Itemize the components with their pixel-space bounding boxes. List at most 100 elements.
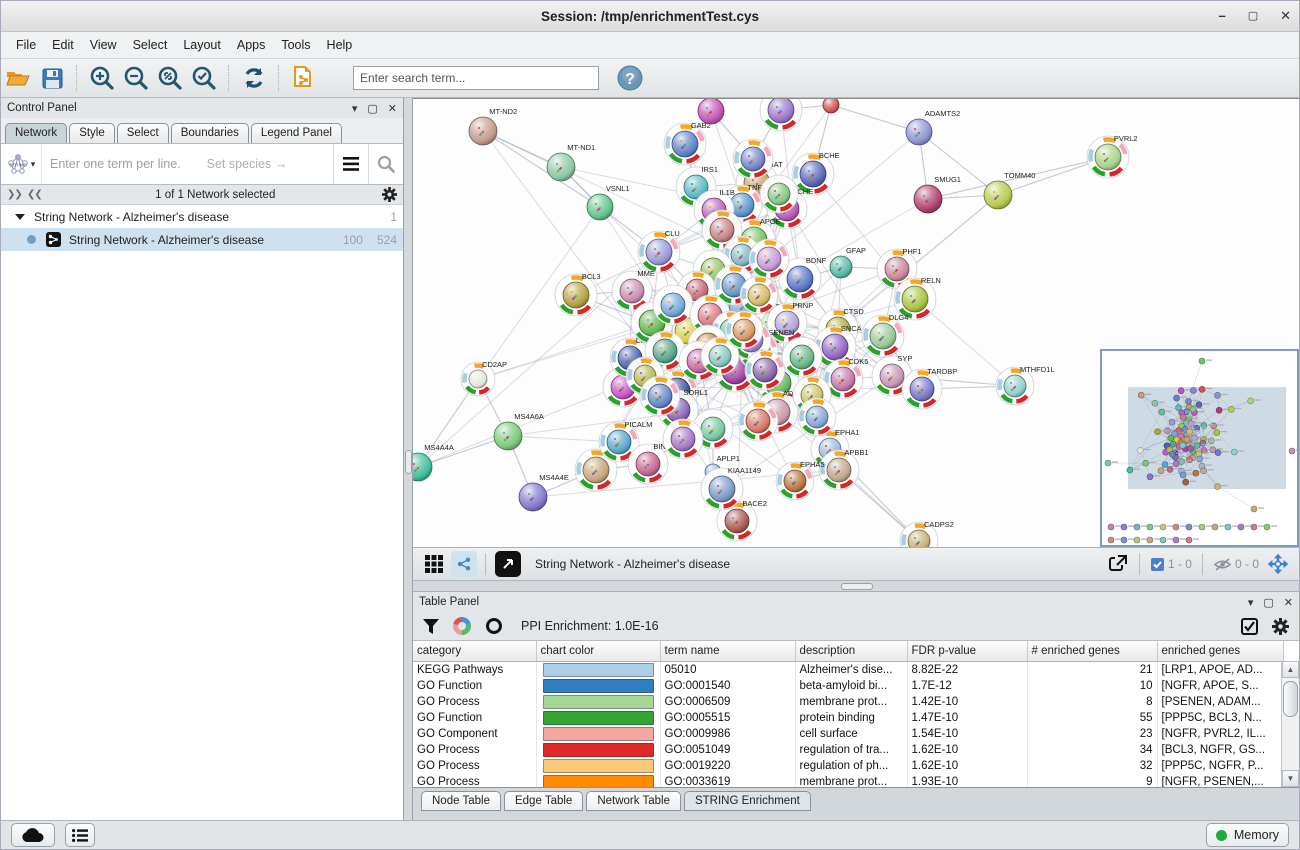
zoom-out-button[interactable] [121, 63, 151, 93]
close-panel-icon[interactable]: ✕ [388, 102, 397, 115]
float-panel-icon[interactable]: ▢ [367, 102, 377, 115]
search-input[interactable] [353, 66, 599, 90]
network-node[interactable] [745, 350, 785, 390]
filter-icon[interactable] [423, 619, 439, 634]
menu-item-view[interactable]: View [83, 35, 124, 55]
network-node-MT-ND2[interactable]: MT-ND2 [469, 107, 517, 145]
ring-chart-icon[interactable] [485, 617, 503, 635]
collapse-triangle-icon[interactable] [15, 214, 25, 220]
string-source-dropdown[interactable]: STRING ▾ [1, 144, 42, 184]
column-header-category[interactable]: category [413, 641, 536, 662]
splitter-handle[interactable] [405, 450, 412, 474]
enrichment-row[interactable]: GO ComponentGO:0009986cell surface1.54E-… [413, 726, 1283, 742]
table-splitter[interactable] [413, 581, 1299, 592]
enrichment-table[interactable]: categorychart colorterm namedescriptionF… [413, 640, 1299, 787]
cloud-tasks-button[interactable] [11, 823, 55, 847]
menu-item-file[interactable]: File [9, 35, 43, 55]
network-node-CLU[interactable]: CLU [638, 229, 680, 273]
enrichment-row[interactable]: KEGG Pathways05010Alzheimer's dise...8.8… [413, 662, 1283, 679]
select-rows-checkbox-icon[interactable] [1241, 618, 1258, 635]
network-canvas[interactable]: MT-ND2MT-ND1VSNL1GAB2IRS1CHATBCHETNFIL1B… [413, 98, 1299, 548]
tab-edge-table[interactable]: Edge Table [504, 791, 583, 811]
network-row-selected[interactable]: String Network - Alzheimer's disease 100… [1, 228, 403, 251]
save-session-button[interactable] [37, 63, 67, 93]
birdseye-toggle-button[interactable] [495, 551, 521, 577]
string-options-button[interactable] [333, 144, 368, 184]
enrichment-row[interactable]: GO ProcessGO:0033619membrane prot...1.93… [413, 774, 1283, 787]
network-node-CADPS2[interactable]: CADPS2 [900, 520, 954, 547]
tab-network[interactable]: Network [5, 123, 67, 143]
table-float-panel-icon[interactable]: ▢ [1263, 596, 1273, 609]
string-search-button[interactable] [368, 144, 403, 184]
table-close-panel-icon[interactable]: ✕ [1284, 596, 1293, 609]
network-node-MS4A4E[interactable]: MS4A4E [519, 473, 569, 511]
network-node[interactable] [760, 175, 798, 213]
network-node[interactable] [782, 337, 822, 377]
network-options-gear-icon[interactable] [382, 187, 397, 202]
hidden-eye-icon[interactable] [1214, 558, 1231, 571]
network-node[interactable] [653, 285, 693, 325]
menu-item-select[interactable]: Select [126, 35, 175, 55]
birdseye-navigator[interactable] [1100, 349, 1299, 547]
network-node-MTHFD1L[interactable]: MTHFD1L [996, 365, 1055, 405]
column-header-FDR-p-value[interactable]: FDR p-value [907, 641, 1027, 662]
memory-button[interactable]: Memory [1206, 823, 1289, 847]
selected-checkbox-icon[interactable] [1151, 558, 1164, 571]
network-node[interactable] [823, 99, 839, 113]
menu-item-edit[interactable]: Edit [45, 35, 81, 55]
network-node-ADAMTS2[interactable]: ADAMTS2 [906, 109, 960, 145]
panel-splitter[interactable] [404, 98, 413, 820]
scroll-down-icon[interactable]: ▼ [1282, 770, 1299, 787]
column-header-term-name[interactable]: term name [660, 641, 795, 662]
network-node[interactable] [698, 99, 724, 124]
network-node-GAB2[interactable]: GAB2 [664, 121, 711, 165]
network-node-EPHA5[interactable]: EPHA5 [776, 460, 825, 500]
tab-style[interactable]: Style [69, 123, 115, 143]
network-node-GFAP[interactable]: GFAP [830, 246, 866, 278]
network-node[interactable] [663, 419, 703, 459]
network-node-BCL3[interactable]: BCL3 [555, 272, 601, 316]
expand-all-icon[interactable]: ❯❯ [28, 189, 43, 200]
tab-string-enrichment[interactable]: STRING Enrichment [684, 791, 811, 811]
network-node-APBB1[interactable]: APBB1 [819, 448, 869, 490]
panel-menu-caret-icon[interactable]: ▾ [352, 102, 358, 115]
menu-item-layout[interactable]: Layout [176, 35, 228, 55]
network-node-MT-ND1[interactable]: MT-ND1 [547, 143, 595, 181]
minimize-button[interactable]: – [1218, 7, 1225, 25]
zoom-in-button[interactable] [87, 63, 117, 93]
enrichment-row[interactable]: GO FunctionGO:0001540beta-amyloid bi...1… [413, 678, 1283, 694]
import-network-button[interactable] [289, 63, 319, 93]
pan-tool-button[interactable] [1265, 551, 1291, 577]
zoom-selected-button[interactable] [189, 63, 219, 93]
grid-view-button[interactable] [421, 551, 447, 577]
network-node-VSNL1[interactable]: VSNL1 [587, 184, 630, 220]
network-node[interactable] [760, 99, 802, 131]
tab-select[interactable]: Select [117, 123, 169, 143]
help-button[interactable]: ? [615, 63, 645, 93]
share-view-button[interactable] [451, 551, 477, 577]
network-node-MS4A6A[interactable]: MS4A6A [494, 412, 544, 450]
table-settings-gear-icon[interactable] [1272, 618, 1289, 635]
refresh-button[interactable] [239, 63, 269, 93]
network-node[interactable] [740, 276, 778, 314]
maximize-button[interactable]: ▢ [1248, 7, 1258, 25]
network-node-SMUG1[interactable]: SMUG1 [914, 175, 961, 213]
network-node[interactable] [798, 398, 836, 436]
tab-network-table[interactable]: Network Table [586, 791, 681, 811]
column-header-chart-color[interactable]: chart color [536, 641, 660, 662]
zoom-fit-button[interactable] [155, 63, 185, 93]
network-node[interactable] [738, 401, 778, 441]
menu-item-apps[interactable]: Apps [230, 35, 273, 55]
network-node[interactable] [733, 139, 773, 179]
scroll-up-icon[interactable]: ▲ [1282, 661, 1299, 678]
tab-node-table[interactable]: Node Table [421, 791, 501, 811]
chart-color-donut-icon[interactable] [453, 617, 471, 635]
table-panel-menu-caret-icon[interactable]: ▾ [1248, 596, 1254, 609]
network-node-TOMM40[interactable]: TOMM40 [984, 171, 1035, 209]
close-button[interactable]: ✕ [1280, 7, 1291, 25]
enrichment-row[interactable]: GO ProcessGO:0051049regulation of tra...… [413, 742, 1283, 758]
network-collection-row[interactable]: String Network - Alzheimer's disease 1 [1, 205, 403, 228]
scrollbar-thumb[interactable] [1283, 681, 1298, 717]
network-node-PVRL2[interactable]: PVRL2 [1087, 134, 1138, 178]
menu-item-help[interactable]: Help [320, 35, 360, 55]
